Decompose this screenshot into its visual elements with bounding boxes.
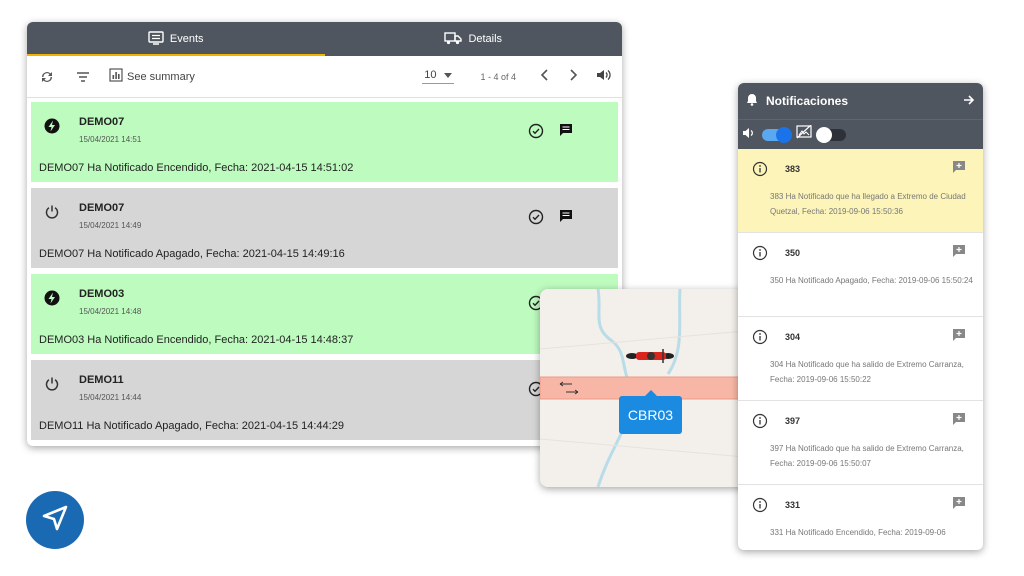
bar-chart-icon — [109, 68, 123, 85]
event-row[interactable]: DEMO07 15/04/2021 14:49 DEMO07 Ha Notifi… — [31, 188, 618, 268]
event-device: DEMO11 — [79, 374, 124, 386]
sound-toggle[interactable] — [762, 126, 792, 143]
info-icon — [752, 413, 768, 429]
ignition-on-icon — [44, 118, 60, 134]
vehicle-label: CBR03 — [619, 390, 682, 434]
notification-message: 331 Ha Notificado Encendido, Fecha: 2019… — [770, 528, 946, 537]
tab-details[interactable]: Details — [325, 22, 623, 56]
bell-icon — [746, 93, 758, 109]
event-message: DEMO07 Ha Notificado Apagado, Fecha: 202… — [39, 248, 345, 260]
refresh-icon[interactable] — [37, 67, 57, 87]
event-time: 15/04/2021 14:44 — [79, 393, 142, 402]
popup-off-icon — [796, 124, 812, 144]
event-message: DEMO07 Ha Notificado Encendido, Fecha: 2… — [39, 162, 354, 174]
tab-events-label: Events — [169, 33, 204, 45]
event-time: 15/04/2021 14:48 — [79, 307, 142, 316]
events-toolbar: See summary 10 1 - 4 of 4 — [27, 56, 622, 98]
map-canvas — [540, 289, 768, 487]
see-summary-button[interactable]: See summary — [109, 68, 195, 85]
arrow-right-icon[interactable] — [963, 94, 975, 109]
add-comment-icon[interactable] — [952, 496, 966, 510]
add-comment-icon[interactable] — [952, 244, 966, 258]
truck-icon — [444, 31, 463, 48]
notifications-header: Notificaciones — [738, 83, 983, 119]
comment-icon[interactable] — [558, 208, 574, 224]
notification-id: 397 — [785, 416, 801, 426]
volume-button[interactable] — [596, 69, 612, 85]
tab-bar: Events Details — [27, 22, 622, 56]
popup-toggle[interactable] — [816, 126, 846, 143]
navigation-arrow-icon — [40, 503, 70, 538]
map-preview[interactable]: CBR03 — [540, 289, 768, 487]
power-off-icon — [44, 376, 60, 392]
volume-icon — [742, 126, 756, 144]
event-time: 15/04/2021 14:51 — [79, 135, 142, 144]
notifications-list: 383 383 Ha Notificado que ha llegado a E… — [738, 149, 983, 550]
notification-item[interactable]: 304 304 Ha Notificado que ha salido de E… — [738, 317, 983, 401]
notification-id: 383 — [785, 164, 801, 174]
info-icon — [752, 497, 768, 513]
chevron-right-icon — [570, 69, 578, 84]
notification-message: 304 Ha Notificado que ha salido de Extre… — [770, 360, 964, 384]
volume-icon — [596, 68, 612, 85]
event-message: DEMO03 Ha Notificado Encendido, Fecha: 2… — [39, 334, 354, 346]
notification-item[interactable]: 350 350 Ha Notificado Apagado, Fecha: 20… — [738, 233, 983, 317]
notifications-controls — [738, 119, 983, 149]
notifications-title: Notificaciones — [766, 94, 849, 108]
previous-page-button[interactable] — [536, 69, 552, 85]
notification-id: 350 — [785, 248, 801, 258]
filter-icon[interactable] — [73, 67, 93, 87]
page-range: 1 - 4 of 4 — [480, 71, 516, 82]
add-comment-icon[interactable] — [952, 412, 966, 426]
events-list: DEMO07 15/04/2021 14:51 DEMO07 Ha Notifi… — [27, 98, 622, 440]
event-row[interactable]: DEMO03 15/04/2021 14:48 DEMO03 Ha Notifi… — [31, 274, 618, 354]
notification-item[interactable]: 383 383 Ha Notificado que ha llegado a E… — [738, 149, 983, 233]
event-row[interactable]: DEMO07 15/04/2021 14:51 DEMO07 Ha Notifi… — [31, 102, 618, 182]
notification-id: 304 — [785, 332, 801, 342]
event-device: DEMO07 — [79, 116, 125, 128]
event-time: 15/04/2021 14:49 — [79, 221, 142, 230]
caret-down-icon — [444, 69, 453, 81]
tab-events[interactable]: Events — [27, 22, 325, 56]
check-circle-icon[interactable] — [528, 209, 544, 225]
events-panel: Events Details See summary 10 1 - 4 of 4… — [27, 22, 622, 446]
notifications-panel: Notificaciones 383 383 Ha Notificado que… — [738, 83, 983, 550]
add-comment-icon[interactable] — [952, 328, 966, 342]
comment-icon[interactable] — [558, 122, 574, 138]
event-device: DEMO07 — [79, 202, 125, 214]
list-icon — [148, 30, 164, 48]
ignition-on-icon — [44, 290, 60, 306]
add-comment-icon[interactable] — [952, 160, 966, 174]
see-summary-label: See summary — [127, 70, 195, 83]
info-icon — [752, 245, 768, 261]
notification-message: 350 Ha Notificado Apagado, Fecha: 2019-0… — [770, 276, 973, 285]
event-device: DEMO03 — [79, 288, 125, 300]
notification-item[interactable]: 331 331 Ha Notificado Encendido, Fecha: … — [738, 485, 983, 550]
next-page-button[interactable] — [566, 69, 582, 85]
event-row[interactable]: DEMO11 15/04/2021 14:44 DEMO11 Ha Notifi… — [31, 360, 618, 440]
power-off-icon — [44, 204, 60, 220]
page-size-value: 10 — [424, 69, 437, 81]
tab-details-label: Details — [468, 33, 503, 45]
app-logo — [26, 491, 84, 549]
notification-message: 383 Ha Notificado que ha llegado a Extre… — [770, 192, 966, 216]
notification-item[interactable]: 397 397 Ha Notificado que ha salido de E… — [738, 401, 983, 485]
notification-id: 331 — [785, 500, 801, 510]
event-message: DEMO11 Ha Notificado Apagado, Fecha: 202… — [39, 420, 344, 432]
notification-message: 397 Ha Notificado que ha salido de Extre… — [770, 444, 964, 468]
info-icon — [752, 329, 768, 345]
chevron-left-icon — [540, 69, 548, 84]
page-size-select[interactable]: 10 — [422, 69, 455, 84]
check-circle-icon[interactable] — [528, 123, 544, 139]
info-icon — [752, 161, 768, 177]
